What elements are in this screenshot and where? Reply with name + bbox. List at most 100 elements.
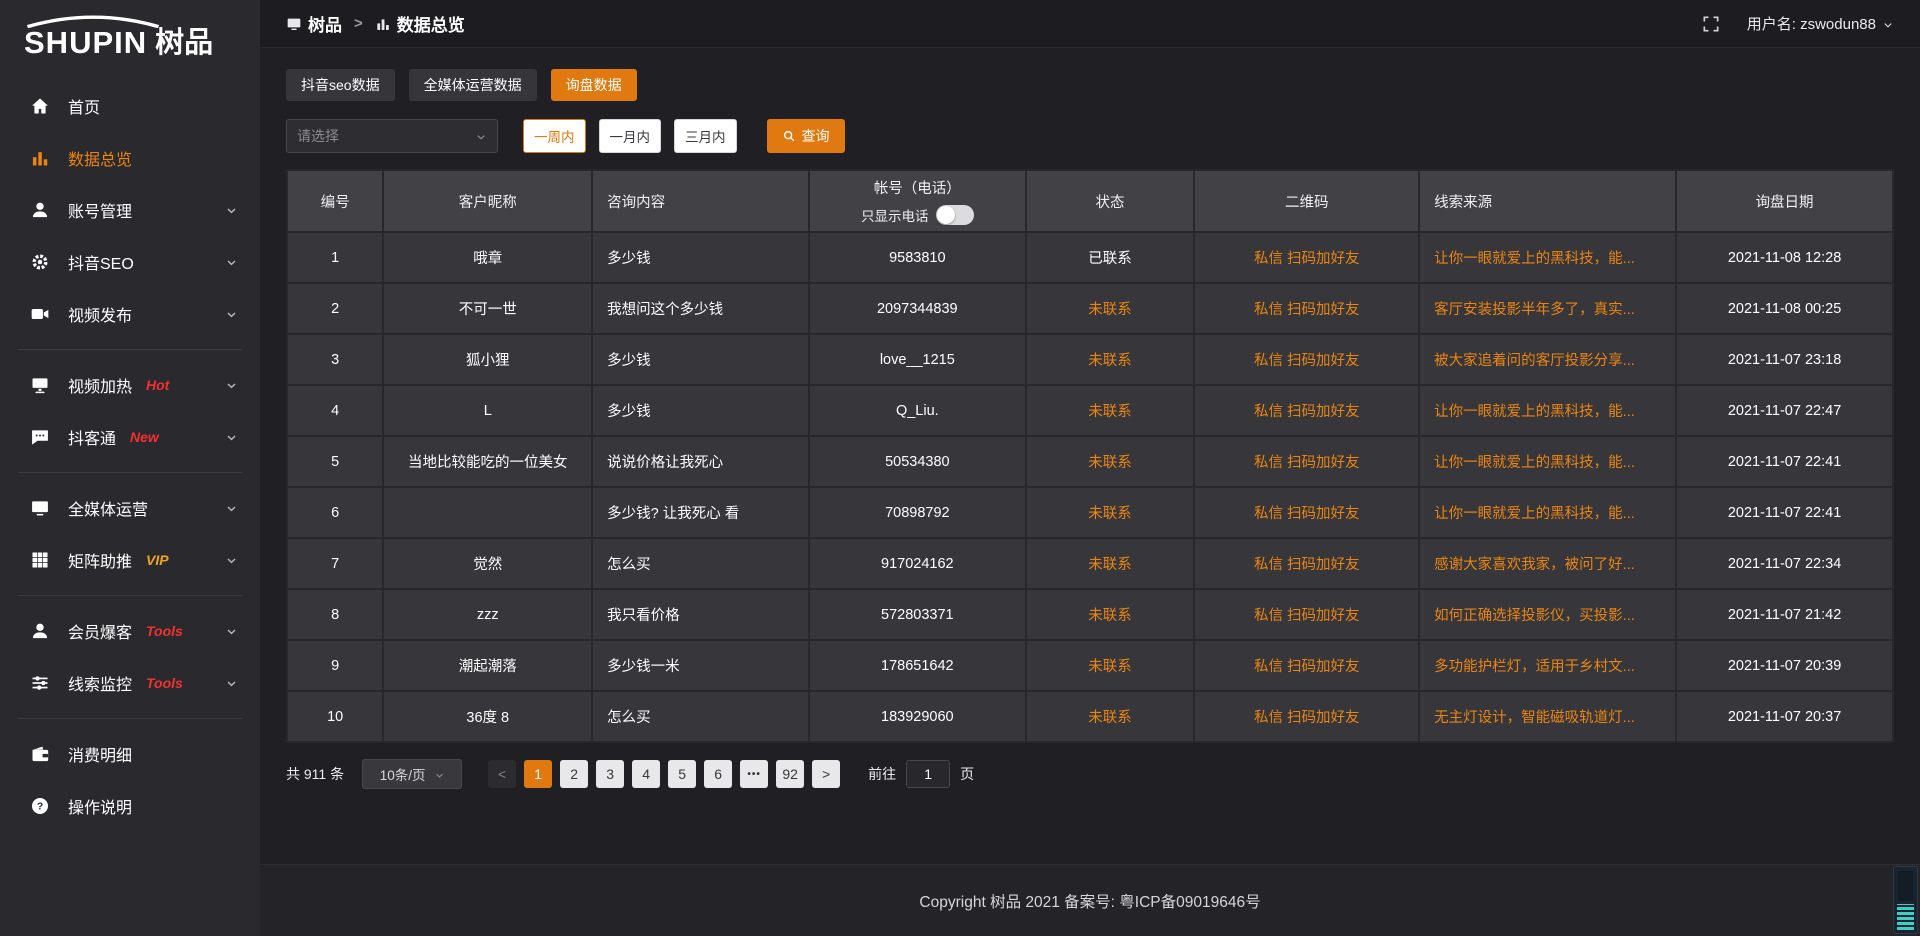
cell-nickname: 狐小狸 [383, 334, 592, 385]
tab-inquiry-data[interactable]: 询盘数据 [551, 69, 637, 101]
page-button-6[interactable]: 6 [704, 760, 732, 788]
cell-qrcode-link[interactable]: 私信 扫码加好友 [1194, 283, 1419, 334]
table-row: 8zzz我只看价格572803371未联系私信 扫码加好友如何正确选择投影仪，买… [287, 589, 1893, 640]
pages-ellipsis-button[interactable]: ••• [740, 760, 768, 788]
cell-no: 3 [287, 334, 383, 385]
sidebar-item-media-ops[interactable]: 全媒体运营 [0, 482, 260, 534]
sidebar-item-matrix-boost[interactable]: 矩阵助推VIP [0, 534, 260, 586]
cell-source-link[interactable]: 如何正确选择投影仪，买投影... [1419, 589, 1676, 640]
top-header: 树品 > 数据总览 用户名: zswodun88 [260, 0, 1920, 48]
date-range-group: 一周内一月内三月内 [523, 119, 737, 153]
cell-source-link[interactable]: 感谢大家喜欢我家，被问了好... [1419, 538, 1676, 589]
sidebar-item-account-manage[interactable]: 账号管理 [0, 184, 260, 236]
sidebar-item-video-publish[interactable]: 视频发布 [0, 288, 260, 340]
page-buttons: < 123456 ••• 92 > [488, 760, 840, 788]
app-logo: SHUPIN 树品 [0, 0, 260, 66]
cell-content: 怎么买 [592, 538, 809, 589]
page-button-92[interactable]: 92 [776, 760, 804, 788]
perf-monitor-widget [1893, 866, 1918, 934]
pagination: 共 911 条 10条/页 < 123456•••92 > 前往 页 [286, 759, 1894, 789]
cell-source-link[interactable]: 无主灯设计，智能磁吸轨道灯... [1419, 691, 1676, 742]
cell-qrcode-link[interactable]: 私信 扫码加好友 [1194, 232, 1419, 283]
cell-qrcode-link[interactable]: 私信 扫码加好友 [1194, 589, 1419, 640]
cell-qrcode-link[interactable]: 私信 扫码加好友 [1194, 436, 1419, 487]
cell-status: 未联系 [1026, 334, 1195, 385]
sidebar-menu: 首页数据总览账号管理抖音SEO视频发布视频加热Hot抖客通New 全媒体运营矩阵助… [0, 66, 260, 832]
next-page-button[interactable]: > [812, 760, 840, 788]
sidebar-item-operation-guide[interactable]: ?操作说明 [0, 780, 260, 832]
page-button-4[interactable]: 4 [632, 760, 660, 788]
range-button-2[interactable]: 三月内 [674, 119, 737, 153]
filter-select[interactable]: 请选择 [286, 119, 498, 153]
cell-source-link[interactable]: 客厅安装投影半年多了，真实... [1419, 283, 1676, 334]
cell-qrcode-link[interactable]: 私信 扫码加好友 [1194, 385, 1419, 436]
cell-source-link[interactable]: 多功能护栏灯，适用于乡村文... [1419, 640, 1676, 691]
tab-media-ops-data[interactable]: 全媒体运营数据 [409, 69, 537, 101]
monitor-icon [30, 375, 50, 395]
cell-account: 70898792 [809, 487, 1026, 538]
prev-page-button[interactable]: < [488, 760, 516, 788]
page-button-2[interactable]: 2 [560, 760, 588, 788]
search-button[interactable]: 查询 [767, 119, 845, 153]
sidebar-item-data-overview[interactable]: 数据总览 [0, 132, 260, 184]
cell-source-link[interactable]: 让你一眼就爱上的黑科技，能... [1419, 487, 1676, 538]
perf-monitor-top [1898, 871, 1913, 901]
user-menu[interactable]: 用户名: zswodun88 [1747, 13, 1894, 34]
sidebar-item-badge: VIP [146, 552, 169, 568]
cell-date: 2021-11-07 21:42 [1676, 589, 1893, 640]
screen-icon [30, 498, 50, 518]
cell-qrcode-link[interactable]: 私信 扫码加好友 [1194, 487, 1419, 538]
cell-qrcode-link[interactable]: 私信 扫码加好友 [1194, 640, 1419, 691]
table-row: 7觉然怎么买917024162未联系私信 扫码加好友感谢大家喜欢我家，被问了好.… [287, 538, 1893, 589]
cell-nickname: L [383, 385, 592, 436]
sidebar-item-home[interactable]: 首页 [0, 80, 260, 132]
tab-douyin-seo-data[interactable]: 抖音seo数据 [286, 69, 395, 101]
cell-qrcode-link[interactable]: 私信 扫码加好友 [1194, 691, 1419, 742]
cell-date: 2021-11-07 22:41 [1676, 436, 1893, 487]
user-icon [30, 621, 50, 641]
sidebar-divider [18, 472, 242, 473]
breadcrumb-item-shupin[interactable]: 树品 [286, 11, 342, 36]
cell-account: 572803371 [809, 589, 1026, 640]
breadcrumb-item-data-overview[interactable]: 数据总览 [375, 11, 465, 36]
cell-nickname: 36度 8 [383, 691, 592, 742]
cell-content: 多少钱 [592, 385, 809, 436]
chat-icon [30, 427, 50, 447]
range-button-1[interactable]: 一月内 [599, 119, 662, 153]
cell-qrcode-link[interactable]: 私信 扫码加好友 [1194, 334, 1419, 385]
page-button-5[interactable]: 5 [668, 760, 696, 788]
chevron-down-icon [225, 502, 238, 515]
home-icon [30, 96, 50, 116]
cell-source-link[interactable]: 被大家追着问的客厅投影分享... [1419, 334, 1676, 385]
chevron-down-icon [225, 677, 238, 690]
sidebar-item-member-baoke[interactable]: 会员爆客Tools [0, 605, 260, 657]
sidebar-item-label: 全媒体运营 [68, 496, 148, 520]
sidebar-item-douketong[interactable]: 抖客通New [0, 411, 260, 463]
cell-qrcode-link[interactable]: 私信 扫码加好友 [1194, 538, 1419, 589]
sidebar-item-douyin-seo[interactable]: 抖音SEO [0, 236, 260, 288]
sidebar-item-label: 账号管理 [68, 198, 132, 222]
column-header-3: 帐号（电话）只显示电话 [809, 170, 1026, 232]
range-button-0[interactable]: 一周内 [523, 119, 586, 153]
sidebar-item-clue-monitor[interactable]: 线索监控Tools [0, 657, 260, 709]
page-size-select[interactable]: 10条/页 [362, 759, 462, 789]
cell-status: 已联系 [1026, 232, 1195, 283]
sidebar-divider [18, 595, 242, 596]
goto-page-input[interactable] [906, 760, 950, 788]
sidebar-divider [18, 718, 242, 719]
table-body: 1哦章多少钱9583810已联系私信 扫码加好友让你一眼就爱上的黑科技，能...… [287, 232, 1893, 742]
filter-select-placeholder: 请选择 [297, 126, 339, 146]
cell-source-link[interactable]: 让你一眼就爱上的黑科技，能... [1419, 232, 1676, 283]
cell-source-link[interactable]: 让你一眼就爱上的黑科技，能... [1419, 385, 1676, 436]
table-row: 1哦章多少钱9583810已联系私信 扫码加好友让你一眼就爱上的黑科技，能...… [287, 232, 1893, 283]
cell-source-link[interactable]: 让你一眼就爱上的黑科技，能... [1419, 436, 1676, 487]
logo-arc [24, 15, 162, 28]
page-button-1[interactable]: 1 [524, 760, 552, 788]
cell-content: 多少钱一米 [592, 640, 809, 691]
page-button-3[interactable]: 3 [596, 760, 624, 788]
fullscreen-icon[interactable] [1701, 14, 1721, 34]
sidebar-item-consume-detail[interactable]: 消费明细 [0, 728, 260, 780]
sidebar-item-video-heat[interactable]: 视频加热Hot [0, 359, 260, 411]
phone-only-toggle[interactable] [936, 205, 974, 225]
cell-status: 未联系 [1026, 538, 1195, 589]
